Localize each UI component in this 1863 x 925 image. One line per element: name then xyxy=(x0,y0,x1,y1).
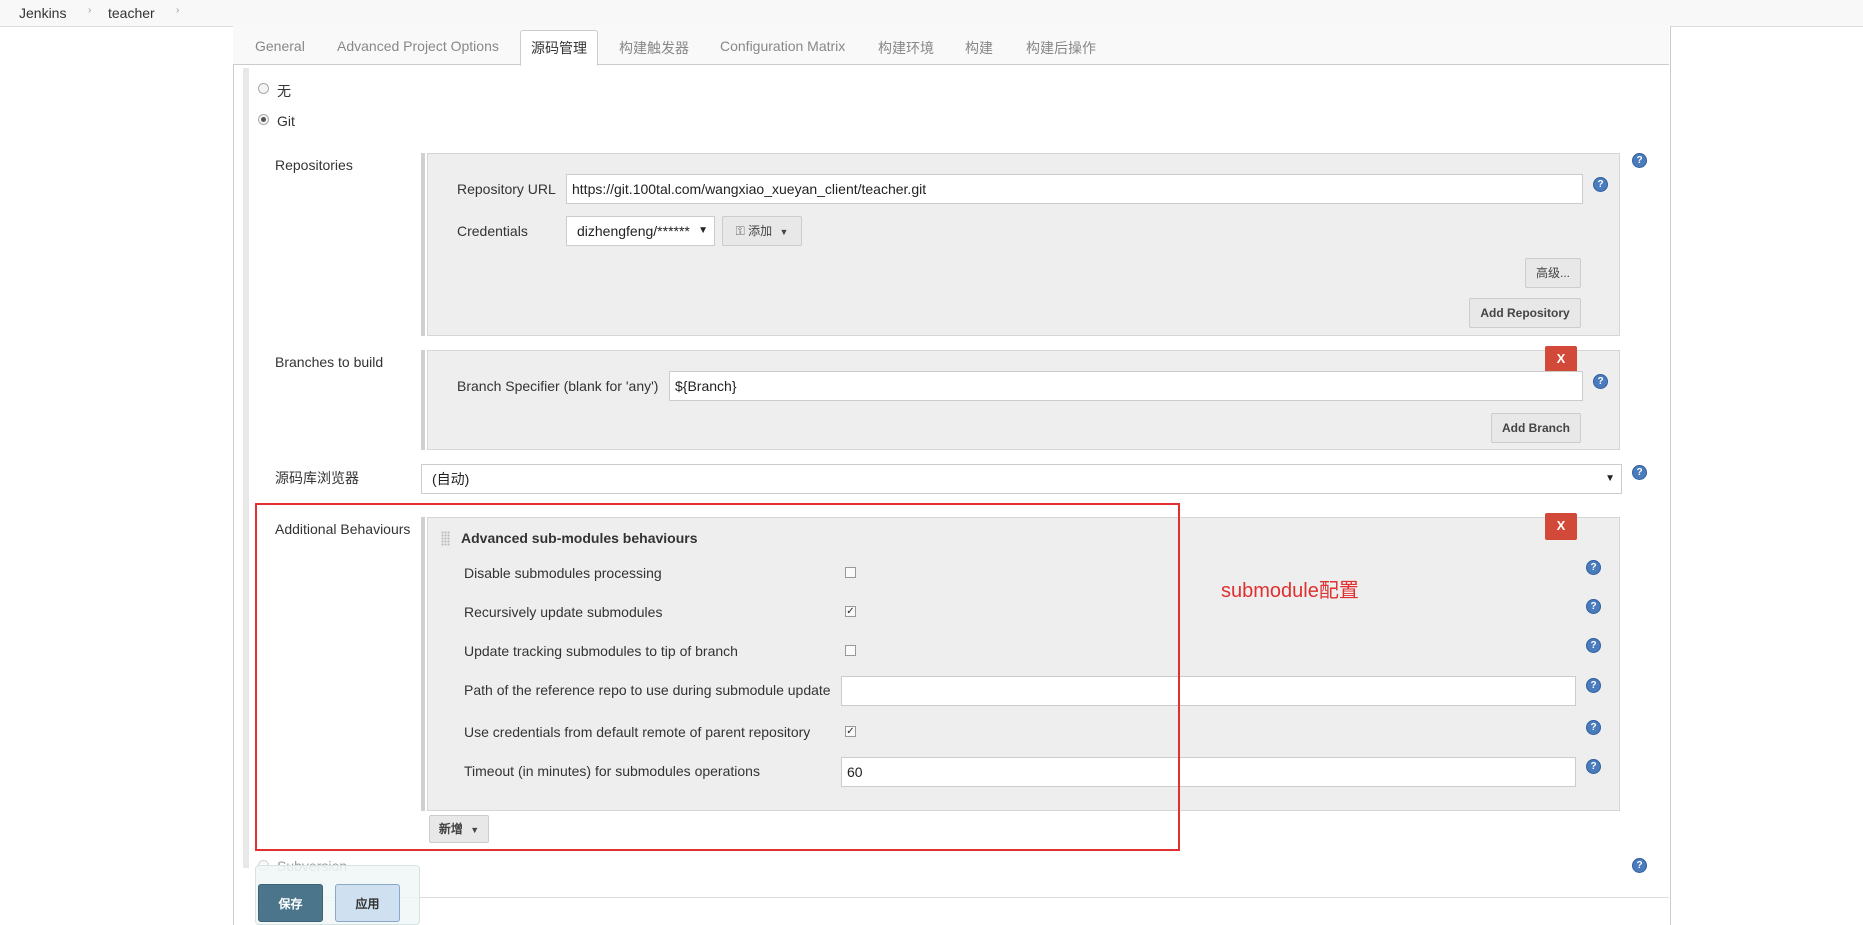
scm-none-radio[interactable] xyxy=(258,83,269,94)
help-icon[interactable]: ? xyxy=(1586,638,1601,653)
help-icon[interactable]: ? xyxy=(1586,720,1601,735)
breadcrumb-teacher[interactable]: teacher xyxy=(108,5,155,21)
add-credentials-label: 添加 xyxy=(748,224,773,238)
credentials-select[interactable]: dizhengfeng/****** ▼ xyxy=(566,216,715,246)
caret-down-icon: ▼ xyxy=(698,225,708,236)
repository-url-label: Repository URL xyxy=(457,181,556,197)
browser-select[interactable]: (自动) ▼ xyxy=(421,464,1622,494)
scm-git-radio[interactable] xyxy=(258,114,269,125)
advanced-button[interactable]: 高级... xyxy=(1525,258,1581,288)
credentials-label: Credentials xyxy=(457,223,528,239)
chevron-right-icon: › xyxy=(88,5,92,16)
help-icon[interactable]: ? xyxy=(1586,599,1601,614)
tab-scm[interactable]: 源码管理 xyxy=(520,30,598,66)
breadcrumb: Jenkins › teacher › xyxy=(0,0,1863,27)
tab-build[interactable]: 构建 xyxy=(965,38,993,58)
repositories-bar xyxy=(421,153,425,336)
help-icon[interactable]: ? xyxy=(1632,153,1647,168)
add-branch-button[interactable]: Add Branch xyxy=(1491,413,1581,443)
annotation-text: submodule配置 xyxy=(1221,580,1359,602)
repository-url-input[interactable]: https://git.100tal.com/wangxiao_xueyan_c… xyxy=(566,174,1583,204)
annotation-highlight-box xyxy=(255,503,1180,851)
delete-branch-button[interactable]: X xyxy=(1545,346,1577,373)
branches-bar xyxy=(421,350,425,450)
tab-configuration-matrix[interactable]: Configuration Matrix xyxy=(720,38,845,54)
help-icon[interactable]: ? xyxy=(1586,560,1601,575)
help-icon[interactable]: ? xyxy=(1586,678,1601,693)
caret-down-icon: ▼ xyxy=(1605,473,1615,484)
caret-down-icon: ▼ xyxy=(779,227,789,237)
tab-general[interactable]: General xyxy=(255,38,305,54)
browser-value: (自动) xyxy=(432,471,470,487)
save-button[interactable]: 保存 xyxy=(258,884,323,922)
key-icon: ⚿ xyxy=(735,224,745,238)
help-icon[interactable]: ? xyxy=(1593,177,1608,192)
divider xyxy=(255,897,1669,898)
tab-advanced-project-options[interactable]: Advanced Project Options xyxy=(337,38,499,54)
scm-none-label: 无 xyxy=(277,83,291,99)
add-repository-button[interactable]: Add Repository xyxy=(1469,298,1581,328)
help-icon[interactable]: ? xyxy=(1632,465,1647,480)
branches-label: Branches to build xyxy=(275,354,384,370)
repositories-label: Repositories xyxy=(275,157,353,173)
delete-behaviour-button[interactable]: X xyxy=(1545,513,1577,540)
branch-specifier-input[interactable]: ${Branch} xyxy=(669,371,1583,401)
apply-button[interactable]: 应用 xyxy=(335,884,400,922)
scm-git-label: Git xyxy=(277,113,295,129)
tab-post-build[interactable]: 构建后操作 xyxy=(1026,38,1096,58)
section-bar xyxy=(243,68,249,868)
credentials-value: dizhengfeng/****** xyxy=(577,223,690,239)
browser-label: 源码库浏览器 xyxy=(275,470,359,486)
help-icon[interactable]: ? xyxy=(1632,858,1647,873)
chevron-right-icon: › xyxy=(176,5,180,16)
tab-build-environment[interactable]: 构建环境 xyxy=(878,38,934,58)
branch-specifier-label: Branch Specifier (blank for 'any') xyxy=(457,378,659,394)
breadcrumb-jenkins[interactable]: Jenkins xyxy=(19,5,66,21)
help-icon[interactable]: ? xyxy=(1593,374,1608,389)
add-credentials-button[interactable]: ⚿ 添加 ▼ xyxy=(722,216,802,246)
help-icon[interactable]: ? xyxy=(1586,759,1601,774)
tab-build-triggers[interactable]: 构建触发器 xyxy=(619,38,689,58)
